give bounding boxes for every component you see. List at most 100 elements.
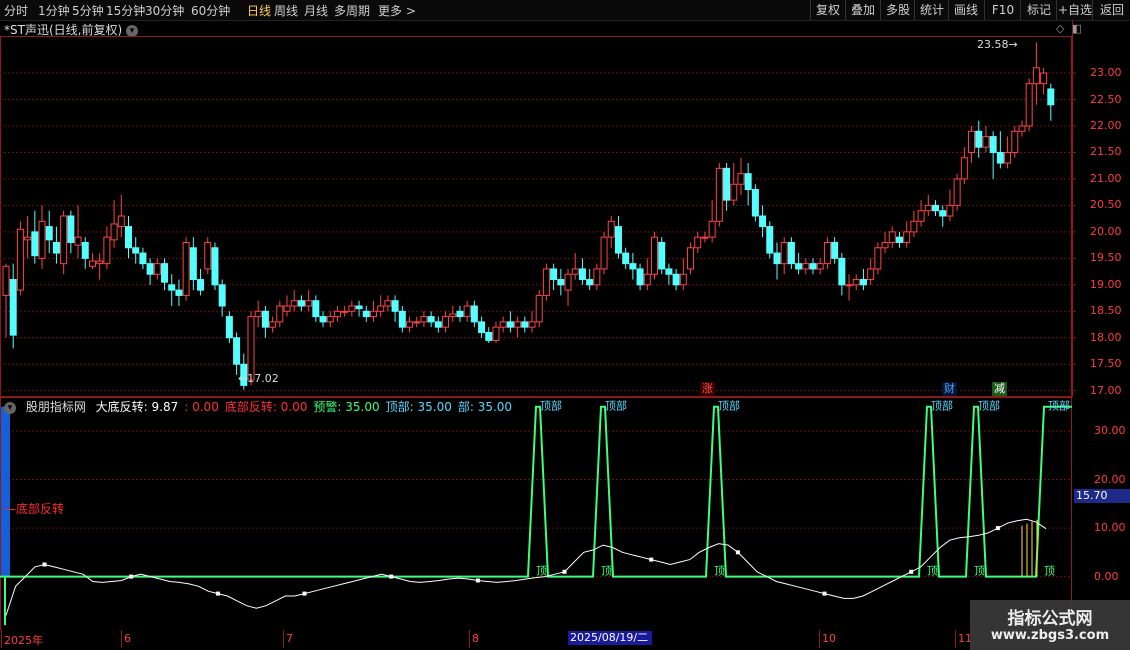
low-price-label: ←17.02 — [238, 372, 279, 385]
candle-body — [687, 247, 695, 270]
candle-body — [975, 130, 983, 148]
candle-body — [982, 136, 990, 148]
candle-body — [665, 268, 673, 275]
candle-body — [946, 204, 954, 217]
candle-body — [88, 260, 96, 267]
watermark: 指标公式网 www.zbgs3.com — [970, 600, 1130, 650]
indicator-value-2: 底部反转: 0.00 — [224, 400, 308, 414]
candle-body — [290, 300, 298, 307]
bottom-label: 顶 — [536, 565, 547, 578]
date-tick — [121, 630, 122, 648]
marker-cai[interactable]: 财 — [942, 382, 957, 396]
candle-body — [233, 337, 241, 365]
candle-body — [52, 241, 60, 254]
peak-label: 顶部 — [1048, 399, 1070, 413]
candle-body — [67, 215, 75, 243]
candle-body — [694, 236, 702, 249]
indicator-name: 股朋指标网 — [25, 400, 86, 414]
candle-body — [1004, 151, 1012, 164]
candle-body — [333, 310, 341, 318]
candle-body — [845, 284, 853, 287]
price-panel-border — [0, 36, 1072, 397]
candle-body — [391, 300, 399, 312]
candle-body — [968, 130, 976, 153]
bottom-label: 顶 — [927, 565, 938, 578]
candle-body — [1018, 125, 1026, 132]
candle-body — [269, 321, 277, 328]
candle-body — [117, 215, 125, 228]
candle-body — [809, 263, 817, 270]
candle-body — [369, 310, 377, 318]
candle-body — [622, 252, 630, 265]
bottom-label: 顶 — [1044, 565, 1055, 578]
candle-body — [499, 321, 507, 328]
date-label: 8 — [472, 632, 479, 645]
candle-body — [895, 236, 903, 243]
candle-body — [254, 310, 262, 318]
price-tick-label: 19.00 — [1090, 277, 1122, 291]
candle-body — [398, 310, 406, 328]
indicator-tick-label: 0.00 — [1094, 569, 1119, 583]
candle-body — [146, 263, 154, 275]
candle-body — [571, 268, 579, 275]
peak-label: 顶部 — [978, 399, 1000, 413]
candle-body — [859, 279, 867, 286]
candle-body — [939, 210, 947, 217]
candle-body — [175, 289, 183, 296]
price-tick-label: 18.00 — [1090, 330, 1122, 344]
candle-body — [45, 226, 53, 241]
line-marker — [42, 562, 47, 567]
candle-body — [600, 236, 608, 270]
indicator-menu-icon[interactable]: ▾ — [4, 401, 16, 414]
candle-body — [766, 226, 774, 254]
candle-body — [542, 268, 550, 296]
candle-body — [413, 321, 421, 324]
price-tick-label: 21.50 — [1090, 145, 1122, 159]
candle-body — [348, 305, 356, 312]
candle-body — [874, 247, 882, 270]
candle-body — [932, 204, 940, 212]
indicator-title: ▾ 股朋指标网 大底反转: 9.87: 0.00 底部反转: 0.00 预警: 35… — [4, 398, 518, 415]
candle-body — [16, 228, 24, 291]
candle-body — [60, 215, 68, 265]
marker-jian[interactable]: 减 — [992, 382, 1007, 396]
candle-body — [261, 310, 269, 328]
candle-body — [708, 220, 716, 238]
selected-date: 2025/08/19/二 — [568, 631, 652, 645]
candle-body — [514, 321, 522, 328]
candle-body — [96, 260, 104, 265]
marker-zhang[interactable]: 涨 — [700, 382, 715, 396]
candle-body — [672, 273, 680, 286]
date-label: 10 — [822, 632, 836, 645]
peak-label: 顶部 — [605, 399, 627, 413]
candle-body — [442, 316, 450, 328]
candle-body — [211, 247, 219, 286]
candle-body — [218, 284, 226, 307]
candle-body — [795, 263, 803, 270]
candle-body — [305, 300, 313, 307]
candle-body — [564, 273, 572, 291]
current-value-tag: 15.70 — [1074, 489, 1130, 503]
candle-body — [420, 316, 428, 323]
line-marker — [129, 574, 134, 579]
price-tick-label: 20.00 — [1090, 224, 1122, 238]
candle-body — [139, 252, 147, 265]
indicator-value-1: : 0.00 — [184, 400, 219, 414]
candle-body — [247, 316, 255, 381]
candle-body — [643, 273, 651, 286]
candle-body — [658, 241, 666, 270]
candle-body — [297, 300, 305, 307]
date-label: 6 — [124, 632, 131, 645]
watermark-url: www.zbgs3.com — [990, 628, 1110, 643]
bottom-reversal-line — [5, 518, 1047, 616]
candle-body — [723, 167, 731, 201]
candle-body — [110, 223, 118, 241]
candle-body — [161, 263, 169, 283]
candle-body — [38, 220, 46, 259]
candle-body — [737, 173, 745, 185]
bottom-label: 顶 — [601, 565, 612, 578]
candle-body — [319, 316, 327, 323]
price-tick-label: 20.50 — [1090, 198, 1122, 212]
candle-body — [586, 279, 594, 286]
candle-body — [910, 220, 918, 233]
